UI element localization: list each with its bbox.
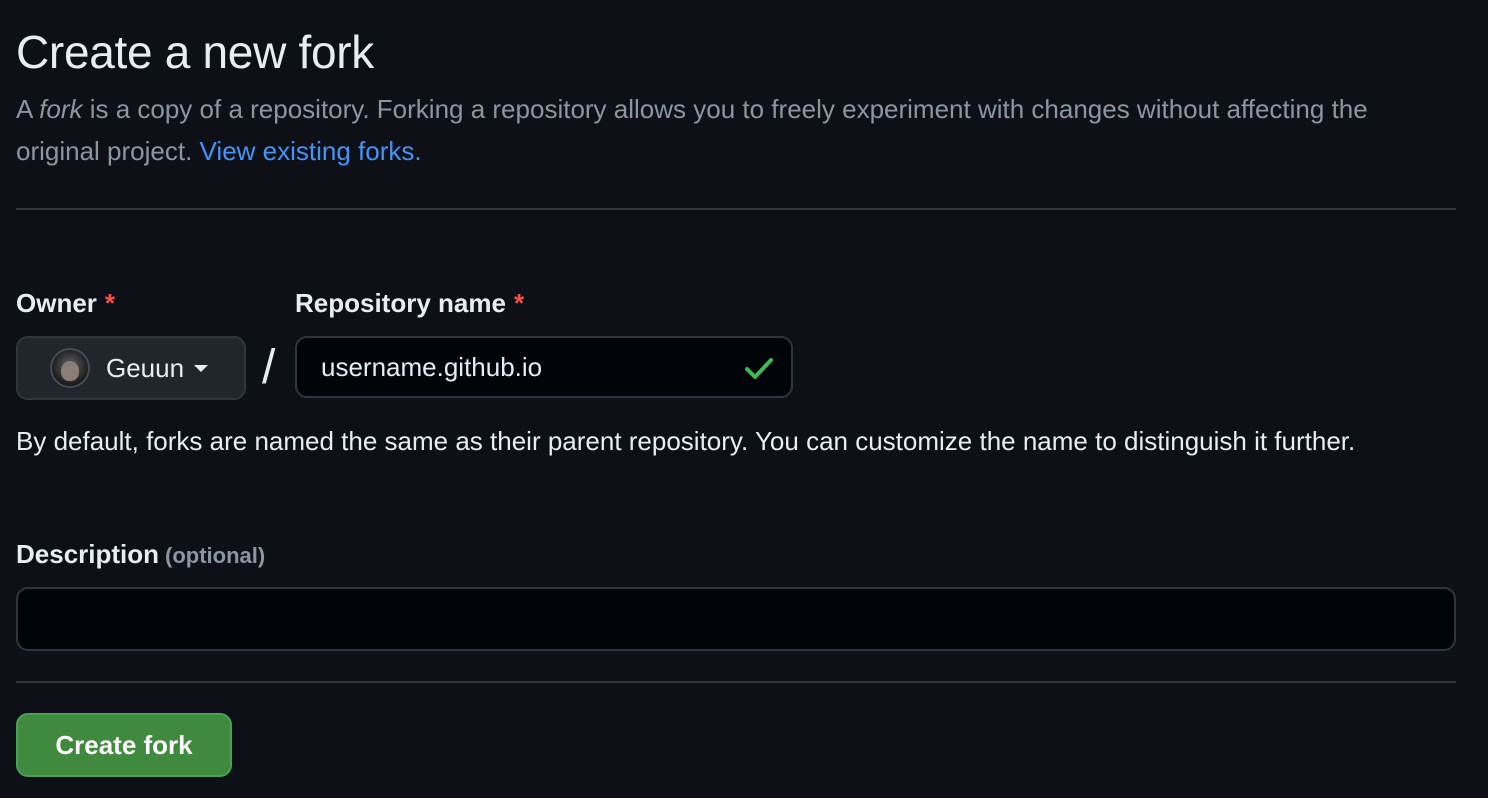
owner-label: Owner * — [16, 287, 115, 319]
avatar-face — [61, 361, 79, 381]
header-divider — [16, 208, 1456, 210]
owner-repo-separator: / — [262, 341, 276, 394]
owner-name: Geuun — [106, 352, 185, 383]
subtitle-emphasis: fork — [39, 94, 83, 124]
repository-name-label-text: Repository name — [295, 288, 506, 318]
owner-required-mark: * — [104, 288, 116, 318]
owner-label-text: Owner — [16, 288, 97, 318]
description-optional-mark: (optional) — [165, 543, 266, 568]
description-input[interactable] — [16, 587, 1456, 651]
repository-name-field — [295, 336, 793, 398]
page-title: Create a new fork — [16, 26, 374, 78]
description-label-text: Description — [16, 539, 160, 569]
repository-name-label: Repository name * — [295, 287, 524, 319]
description-label: Description (optional) — [16, 538, 265, 572]
footer-divider — [16, 681, 1456, 683]
repository-name-input[interactable] — [297, 338, 751, 396]
repository-required-mark: * — [513, 288, 525, 318]
page-subtitle: A fork is a copy of a repository. Forkin… — [16, 88, 1416, 172]
fork-page: Create a new fork A fork is a copy of a … — [0, 0, 1488, 798]
fork-name-help-text: By default, forks are named the same as … — [16, 426, 1356, 456]
caret-down-icon — [194, 364, 209, 372]
check-icon — [745, 358, 773, 379]
owner-select-button[interactable]: Geuun — [16, 336, 246, 400]
create-fork-button[interactable]: Create fork — [16, 713, 232, 777]
avatar — [50, 348, 90, 388]
view-existing-forks-link[interactable]: View existing forks. — [200, 136, 422, 166]
subtitle-prefix: A — [16, 94, 40, 124]
